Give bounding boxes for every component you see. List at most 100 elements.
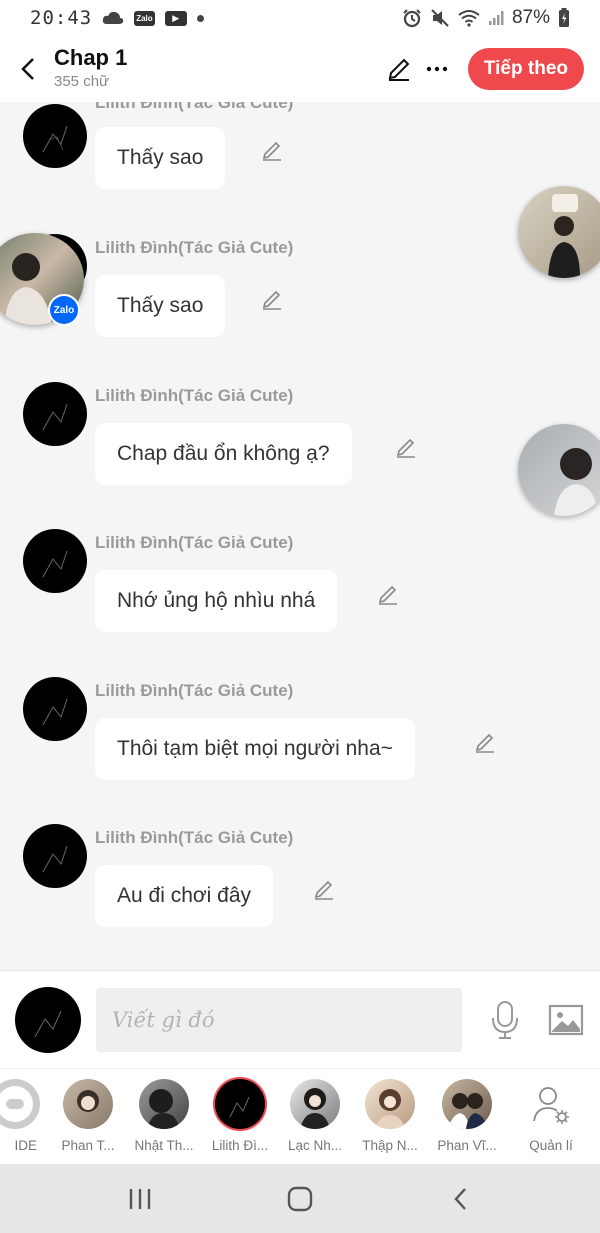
edit-message-button[interactable] — [258, 286, 286, 314]
pencil-icon — [378, 585, 397, 605]
author-name: Lilith Đình(Tác Giả Cute) — [95, 386, 294, 405]
more-icon — [426, 66, 448, 72]
wifi-icon — [458, 9, 480, 27]
insert-image-button[interactable] — [546, 1000, 586, 1040]
character-item[interactable]: IDE — [0, 1079, 53, 1153]
floating-chat-head[interactable] — [518, 424, 600, 516]
character-item[interactable]: Phan T... — [50, 1079, 126, 1153]
microphone-icon — [492, 1000, 518, 1039]
more-options-button[interactable] — [418, 50, 456, 88]
person-photo-icon — [548, 194, 580, 278]
character-avatar — [0, 1079, 40, 1129]
pencil-icon — [314, 880, 333, 900]
author-avatar[interactable] — [23, 677, 87, 741]
edit-message-button[interactable] — [392, 434, 420, 462]
word-count: 355 chữ — [54, 73, 110, 90]
battery-text: 87% — [511, 7, 550, 28]
status-bar: 20:43 Zalo ▶ 87% — [0, 0, 600, 36]
message-input[interactable]: Viết gì đó — [96, 987, 462, 1052]
message-item: Lilith Đình(Tác Giả Cute) Thấy sao — [0, 224, 600, 364]
character-avatar — [442, 1079, 492, 1129]
message-item: Lilith Đình(Tác Giả Cute) Au đi chơi đây — [0, 814, 600, 954]
character-item[interactable]: Thập N... — [352, 1079, 428, 1153]
pencil-icon — [262, 290, 281, 310]
author-name: Lilith Đình(Tác Giả Cute) — [95, 102, 294, 112]
character-name: Phan Vĩ... — [437, 1138, 497, 1153]
character-avatar — [365, 1079, 415, 1129]
title-block: Chap 1 355 chữ — [54, 45, 127, 93]
recent-apps-icon — [129, 1188, 151, 1209]
message-bubble[interactable]: Au đi chơi đây — [95, 865, 274, 927]
character-avatar — [290, 1079, 340, 1129]
image-icon — [548, 1004, 584, 1035]
chapter-header: Chap 1 355 chữ Tiếp theo — [0, 36, 600, 102]
recent-apps-button[interactable] — [110, 1174, 170, 1224]
edit-message-button[interactable] — [258, 137, 286, 165]
author-avatar[interactable] — [23, 529, 87, 593]
floating-chat-head[interactable] — [518, 186, 600, 278]
back-button[interactable] — [6, 47, 50, 91]
message-bubble[interactable]: Thấy sao — [95, 275, 226, 337]
page-title: Chap 1 — [54, 45, 128, 70]
manage-user-icon — [526, 1079, 576, 1129]
chat-area[interactable]: Lilith Đình(Tác Giả Cute) Thấy sao Lilit… — [0, 102, 600, 970]
character-avatar — [139, 1079, 189, 1129]
character-bar: IDE Phan T... Nhật Th... Lilith Đì... Lạ… — [0, 1068, 600, 1164]
dot-icon — [196, 14, 204, 22]
character-name: Lilith Đì... — [211, 1138, 269, 1153]
pencil-icon — [396, 438, 415, 458]
edit-message-button[interactable] — [374, 581, 402, 609]
chevron-left-icon — [21, 58, 34, 80]
youtube-icon: ▶ — [164, 10, 187, 26]
voice-button[interactable] — [488, 998, 522, 1042]
edit-chapter-button[interactable] — [380, 50, 418, 88]
edit-message-button[interactable] — [471, 729, 499, 757]
author-name: Lilith Đình(Tác Giả Cute) — [95, 828, 294, 847]
signal-icon — [488, 10, 504, 26]
author-avatar[interactable] — [23, 382, 87, 446]
author-name: Lilith Đình(Tác Giả Cute) — [95, 681, 294, 700]
character-name: Phan T... — [61, 1138, 115, 1153]
composer: Viết gì đó — [0, 970, 600, 1068]
system-nav-bar — [0, 1164, 600, 1233]
character-avatar — [63, 1079, 113, 1129]
author-name: Lilith Đình(Tác Giả Cute) — [95, 533, 294, 552]
mute-icon — [430, 8, 450, 28]
alarm-icon — [402, 8, 422, 28]
character-name: IDE — [14, 1138, 37, 1153]
manage-characters-button[interactable]: Quản lí — [513, 1079, 589, 1153]
edit-message-button[interactable] — [310, 876, 338, 904]
person-photo-icon — [554, 448, 598, 516]
author-avatar[interactable] — [23, 104, 87, 168]
zalo-icon: Zalo — [50, 296, 78, 324]
pencil-icon — [475, 733, 494, 753]
character-item[interactable]: Lạc Nh... — [277, 1079, 353, 1153]
message-item: Lilith Đình(Tác Giả Cute) Nhớ ủng hộ nhì… — [0, 519, 600, 659]
character-name: Thập N... — [362, 1138, 418, 1153]
home-button[interactable] — [270, 1174, 330, 1224]
status-time: 20:43 — [30, 7, 93, 29]
back-nav-button[interactable] — [430, 1174, 490, 1224]
zalo-badge: Zalo — [48, 294, 80, 326]
character-name: Quản lí — [529, 1138, 573, 1153]
character-name: Lạc Nh... — [287, 1138, 343, 1153]
home-icon — [287, 1186, 313, 1211]
cloud-icon — [102, 11, 124, 25]
character-item[interactable]: Phan Vĩ... — [429, 1079, 505, 1153]
back-icon — [454, 1187, 466, 1210]
character-name: Nhật Th... — [134, 1138, 194, 1153]
message-bubble[interactable]: Thôi tạm biệt mọi người nha~ — [95, 718, 415, 780]
current-character-avatar[interactable] — [15, 986, 81, 1053]
message-bubble[interactable]: Nhớ ủng hộ nhìu nhá — [95, 570, 338, 632]
pencil-icon — [388, 58, 410, 81]
character-item[interactable]: Nhật Th... — [126, 1079, 202, 1153]
message-item: Lilith Đình(Tác Giả Cute) Thôi tạm biệt … — [0, 667, 600, 807]
pencil-icon — [262, 141, 281, 161]
author-name: Lilith Đình(Tác Giả Cute) — [95, 238, 294, 257]
message-bubble[interactable]: Chap đầu ổn không ạ? — [95, 423, 352, 485]
zalo-icon: Zalo — [134, 10, 155, 26]
character-item[interactable]: Lilith Đì... — [202, 1079, 278, 1153]
message-bubble[interactable]: Thấy sao — [95, 127, 226, 189]
next-chapter-button[interactable]: Tiếp theo — [467, 48, 584, 90]
author-avatar[interactable] — [23, 824, 87, 888]
